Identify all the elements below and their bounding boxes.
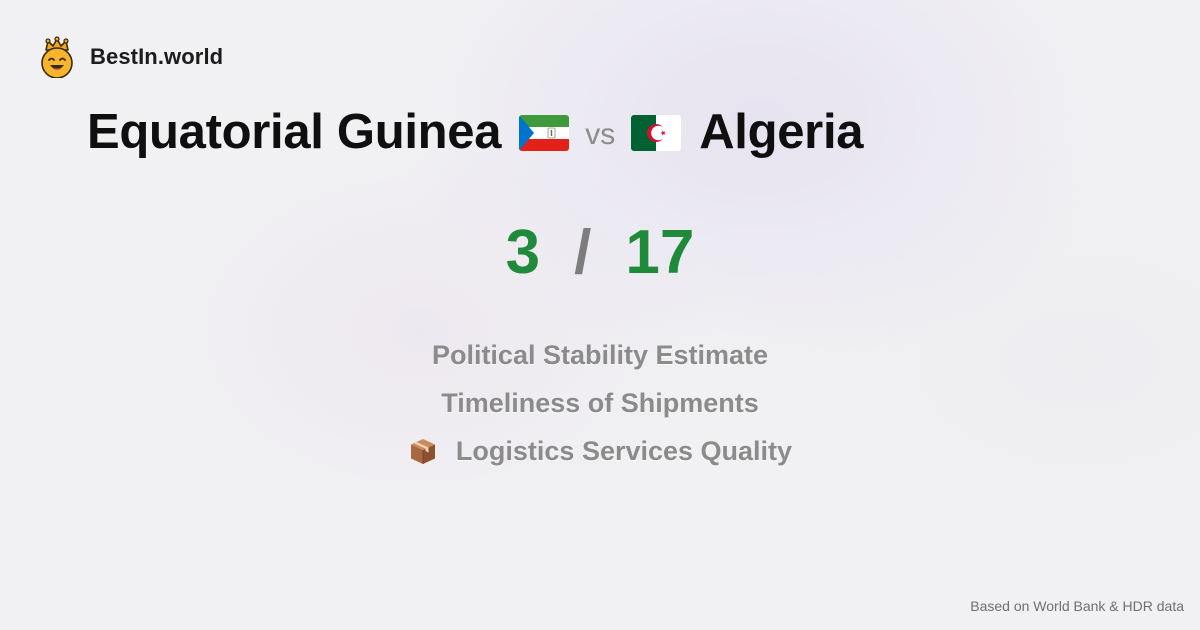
metrics-list: Political Stability Estimate Timeliness … xyxy=(0,340,1200,466)
right-score: 17 xyxy=(625,218,695,287)
background-wash xyxy=(0,0,1200,630)
equatorial-guinea-flag-icon xyxy=(519,114,570,151)
score: 3 / 17 xyxy=(0,222,1200,284)
brand[interactable]: BestIn.world xyxy=(38,36,223,78)
algeria-flag-icon xyxy=(631,114,682,151)
comparison-title: Equatorial Guinea vs Algeria xyxy=(87,108,864,157)
score-separator: / xyxy=(574,218,592,287)
package-box-icon xyxy=(410,439,435,464)
metric-label: Political Stability Estimate xyxy=(431,340,769,370)
metric-label: Logistics Services Quality xyxy=(455,436,793,466)
crowned-smiley-icon xyxy=(41,36,73,78)
left-score: 3 xyxy=(505,218,541,287)
metric-item: Political Stability Estimate xyxy=(432,340,768,370)
metric-label: Timeliness of Shipments xyxy=(441,388,759,418)
data-source-note: Based on World Bank & HDR data xyxy=(970,598,1184,614)
right-country-name[interactable]: Algeria xyxy=(699,108,863,157)
brand-name: BestIn.world xyxy=(90,44,224,69)
metric-item: Timeliness of Shipments xyxy=(441,388,759,418)
metric-item: Logistics Services Quality xyxy=(408,436,792,466)
left-country-name[interactable]: Equatorial Guinea xyxy=(87,108,502,157)
vs-label: vs xyxy=(585,117,616,151)
